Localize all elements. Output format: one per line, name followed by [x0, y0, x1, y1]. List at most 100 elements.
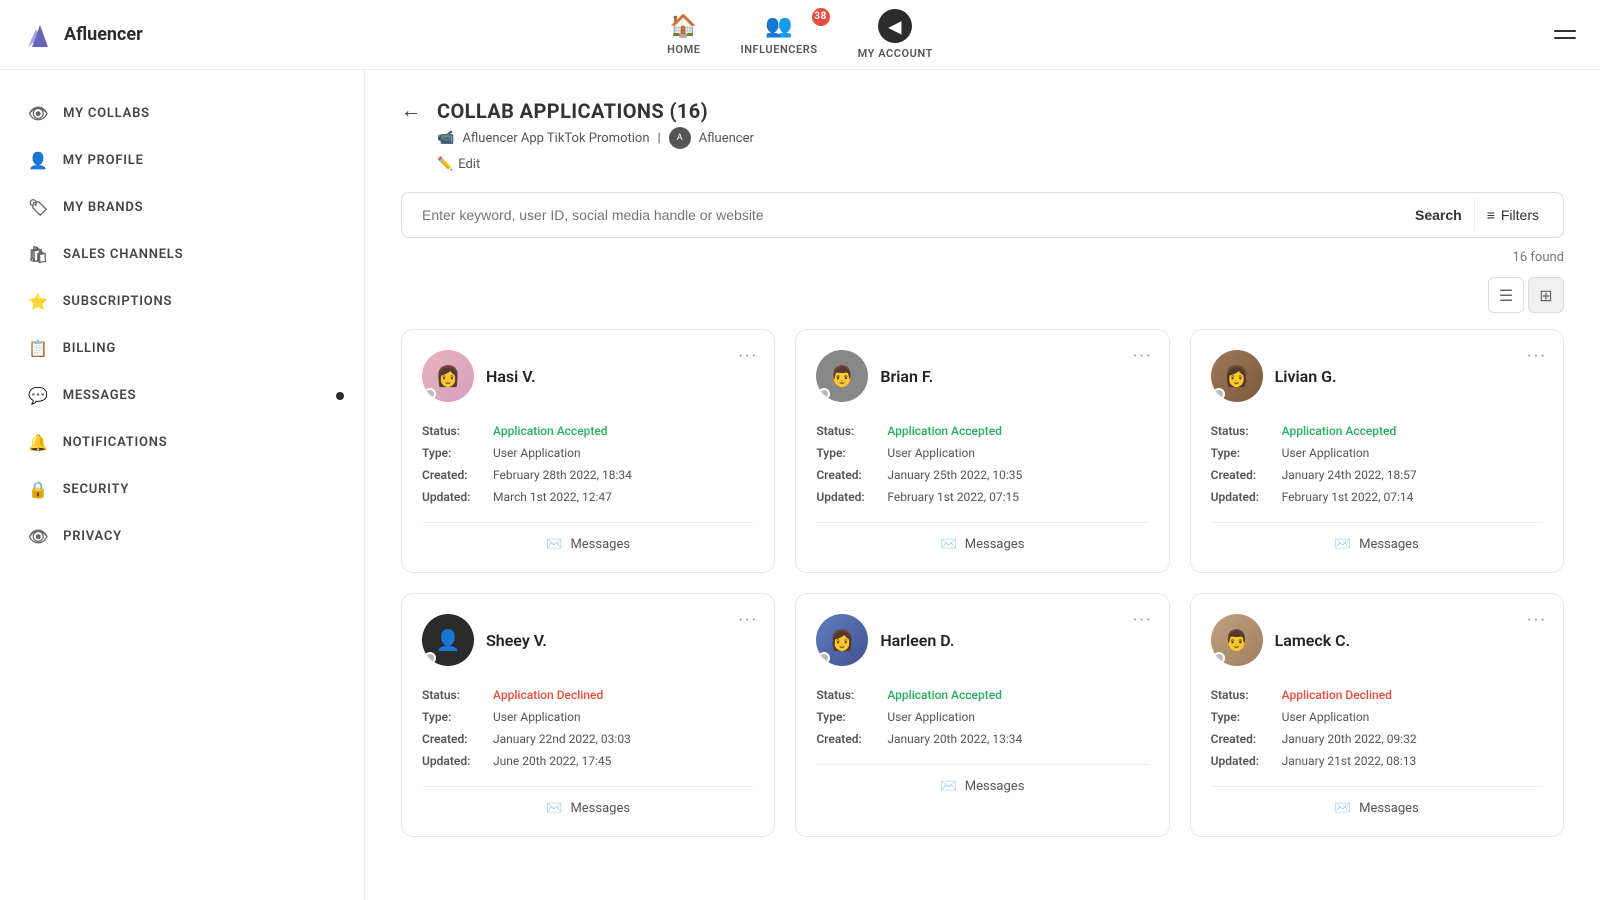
- messages-label-harleen-d: Messages: [965, 779, 1025, 794]
- status-row: Status: Application Accepted: [1211, 422, 1543, 440]
- status-value: Application Accepted: [1282, 422, 1397, 440]
- status-label: Status:: [816, 686, 881, 704]
- messages-label-brian-f: Messages: [965, 537, 1025, 552]
- updated-label: Updated:: [422, 752, 487, 770]
- list-view-button[interactable]: ☰: [1488, 277, 1524, 313]
- status-label: Status:: [1211, 686, 1276, 704]
- subscriptions-icon: ⭐: [28, 292, 49, 311]
- nav-my-account[interactable]: ◀ MY ACCOUNT: [858, 9, 933, 60]
- logo[interactable]: Afluencer: [24, 19, 143, 51]
- card-sheey-v: ··· 👤 Sheey V. Status: Application Decli…: [401, 593, 775, 837]
- sidebar-item-subscriptions[interactable]: ⭐ SUBSCRIPTIONS: [0, 278, 364, 325]
- sidebar-label-privacy: PRIVACY: [63, 529, 122, 544]
- card-name-livian-g: Livian G.: [1275, 367, 1337, 386]
- hamburger-menu[interactable]: [1554, 30, 1576, 39]
- updated-value: January 21st 2022, 08:13: [1282, 752, 1417, 770]
- grid-view-button[interactable]: ⊞: [1528, 277, 1564, 313]
- nav-badge: 38: [812, 8, 830, 26]
- sidebar-item-sales-channels[interactable]: 🛍 SALES CHANNELS: [0, 231, 364, 278]
- updated-row: Updated: March 1st 2022, 12:47: [422, 488, 754, 506]
- created-label: Created:: [1211, 466, 1276, 484]
- influencers-icon: 👥: [765, 14, 793, 39]
- card-messages-brian-f[interactable]: ✉️ Messages: [816, 522, 1148, 552]
- account-icon: ◀: [878, 9, 912, 43]
- card-hasi-v: ··· 👩 Hasi V. Status: Application Accept…: [401, 329, 775, 573]
- messages-icon-sheey-v: ✉️: [546, 801, 562, 816]
- privacy-icon: 👁: [28, 527, 49, 546]
- card-messages-sheey-v[interactable]: ✉️ Messages: [422, 786, 754, 816]
- status-dot-sheey-v: [424, 652, 436, 664]
- sales-channels-icon: 🛍: [28, 245, 49, 264]
- sidebar-item-privacy[interactable]: 👁 PRIVACY: [0, 513, 364, 560]
- filter-button[interactable]: ≡ Filters: [1474, 199, 1551, 231]
- created-row: Created: January 20th 2022, 09:32: [1211, 730, 1543, 748]
- top-nav: Afluencer 🏠 HOME 38 👥 INFLUENCERS ◀ MY A…: [0, 0, 1600, 70]
- sidebar: 👁 MY COLLABS 👤 MY PROFILE 🏷 MY BRANDS 🛍 …: [0, 70, 365, 900]
- card-messages-livian-g[interactable]: ✉️ Messages: [1211, 522, 1543, 552]
- created-row: Created: January 25th 2022, 10:35: [816, 466, 1148, 484]
- card-menu-sheey-v[interactable]: ···: [738, 610, 758, 631]
- created-label: Created:: [1211, 730, 1276, 748]
- messages-icon: 💬: [28, 386, 49, 405]
- sidebar-item-messages[interactable]: 💬 MESSAGES: [0, 372, 364, 419]
- card-menu-harleen-d[interactable]: ···: [1133, 610, 1153, 631]
- status-label: Status:: [816, 422, 881, 440]
- messages-icon-hasi-v: ✉️: [546, 537, 562, 552]
- card-menu-brian-f[interactable]: ···: [1133, 346, 1153, 367]
- sidebar-label-security: SECURITY: [63, 482, 129, 497]
- status-row: Status: Application Accepted: [816, 422, 1148, 440]
- sidebar-item-my-collabs[interactable]: 👁 MY COLLABS: [0, 90, 364, 137]
- card-harleen-d: ··· 👩 Harleen D. Status: Application Acc…: [795, 593, 1169, 837]
- status-label: Status:: [1211, 422, 1276, 440]
- nav-influencers[interactable]: 38 👥 INFLUENCERS: [741, 14, 818, 56]
- status-dot-hasi-v: [424, 388, 436, 400]
- back-button[interactable]: ←: [401, 98, 421, 123]
- card-user-sheey-v: 👤 Sheey V.: [422, 614, 754, 666]
- card-menu-livian-g[interactable]: ···: [1527, 346, 1547, 367]
- search-input[interactable]: [414, 193, 1403, 237]
- sidebar-item-security[interactable]: 🔒 SECURITY: [0, 466, 364, 513]
- messages-icon-lameck-c: ✉️: [1335, 801, 1351, 816]
- sidebar-item-billing[interactable]: 📋 BILLING: [0, 325, 364, 372]
- sidebar-item-my-brands[interactable]: 🏷 MY BRANDS: [0, 184, 364, 231]
- sidebar-label-my-collabs: MY COLLABS: [63, 106, 150, 121]
- card-info-brian-f: Status: Application Accepted Type: User …: [816, 422, 1148, 506]
- sidebar-item-notifications[interactable]: 🔔 NOTIFICATIONS: [0, 419, 364, 466]
- billing-icon: 📋: [28, 339, 49, 358]
- status-row: Status: Application Accepted: [422, 422, 754, 440]
- sidebar-label-sales-channels: SALES CHANNELS: [63, 247, 183, 262]
- collab-name: Afluencer App TikTok Promotion: [462, 131, 649, 146]
- sidebar-item-my-profile[interactable]: 👤 MY PROFILE: [0, 137, 364, 184]
- type-value: User Application: [887, 444, 975, 462]
- card-avatar-harleen-d: 👩: [816, 614, 868, 666]
- type-row: Type: User Application: [1211, 444, 1543, 462]
- card-menu-hasi-v[interactable]: ···: [738, 346, 758, 367]
- sidebar-label-my-profile: MY PROFILE: [63, 153, 144, 168]
- card-user-lameck-c: 👨 Lameck C.: [1211, 614, 1543, 666]
- messages-icon-livian-g: ✉️: [1335, 537, 1351, 552]
- nav-home[interactable]: 🏠 HOME: [667, 14, 700, 56]
- edit-icon: ✏️: [437, 157, 453, 172]
- card-info-lameck-c: Status: Application Declined Type: User …: [1211, 686, 1543, 770]
- card-messages-harleen-d[interactable]: ✉️ Messages: [816, 764, 1148, 794]
- search-bar: Search ≡ Filters: [401, 192, 1564, 238]
- updated-row: Updated: June 20th 2022, 17:45: [422, 752, 754, 770]
- search-button[interactable]: Search: [1403, 199, 1474, 231]
- card-avatar-lameck-c: 👨: [1211, 614, 1263, 666]
- brand-avatar: A: [669, 127, 691, 149]
- type-value: User Application: [493, 708, 581, 726]
- card-avatar-livian-g: 👩: [1211, 350, 1263, 402]
- layout: 👁 MY COLLABS 👤 MY PROFILE 🏷 MY BRANDS 🛍 …: [0, 70, 1600, 900]
- main-content: ← COLLAB APPLICATIONS (16) 📹 Afluencer A…: [365, 70, 1600, 900]
- card-lameck-c: ··· 👨 Lameck C. Status: Application Decl…: [1190, 593, 1564, 837]
- created-value: January 24th 2022, 18:57: [1282, 466, 1417, 484]
- card-name-brian-f: Brian F.: [880, 367, 933, 386]
- edit-link[interactable]: ✏️ Edit: [437, 157, 1564, 172]
- card-user-livian-g: 👩 Livian G.: [1211, 350, 1543, 402]
- created-value: January 25th 2022, 10:35: [887, 466, 1022, 484]
- type-value: User Application: [1282, 708, 1370, 726]
- card-messages-hasi-v[interactable]: ✉️ Messages: [422, 522, 754, 552]
- card-messages-lameck-c[interactable]: ✉️ Messages: [1211, 786, 1543, 816]
- card-menu-lameck-c[interactable]: ···: [1527, 610, 1547, 631]
- created-label: Created:: [816, 730, 881, 748]
